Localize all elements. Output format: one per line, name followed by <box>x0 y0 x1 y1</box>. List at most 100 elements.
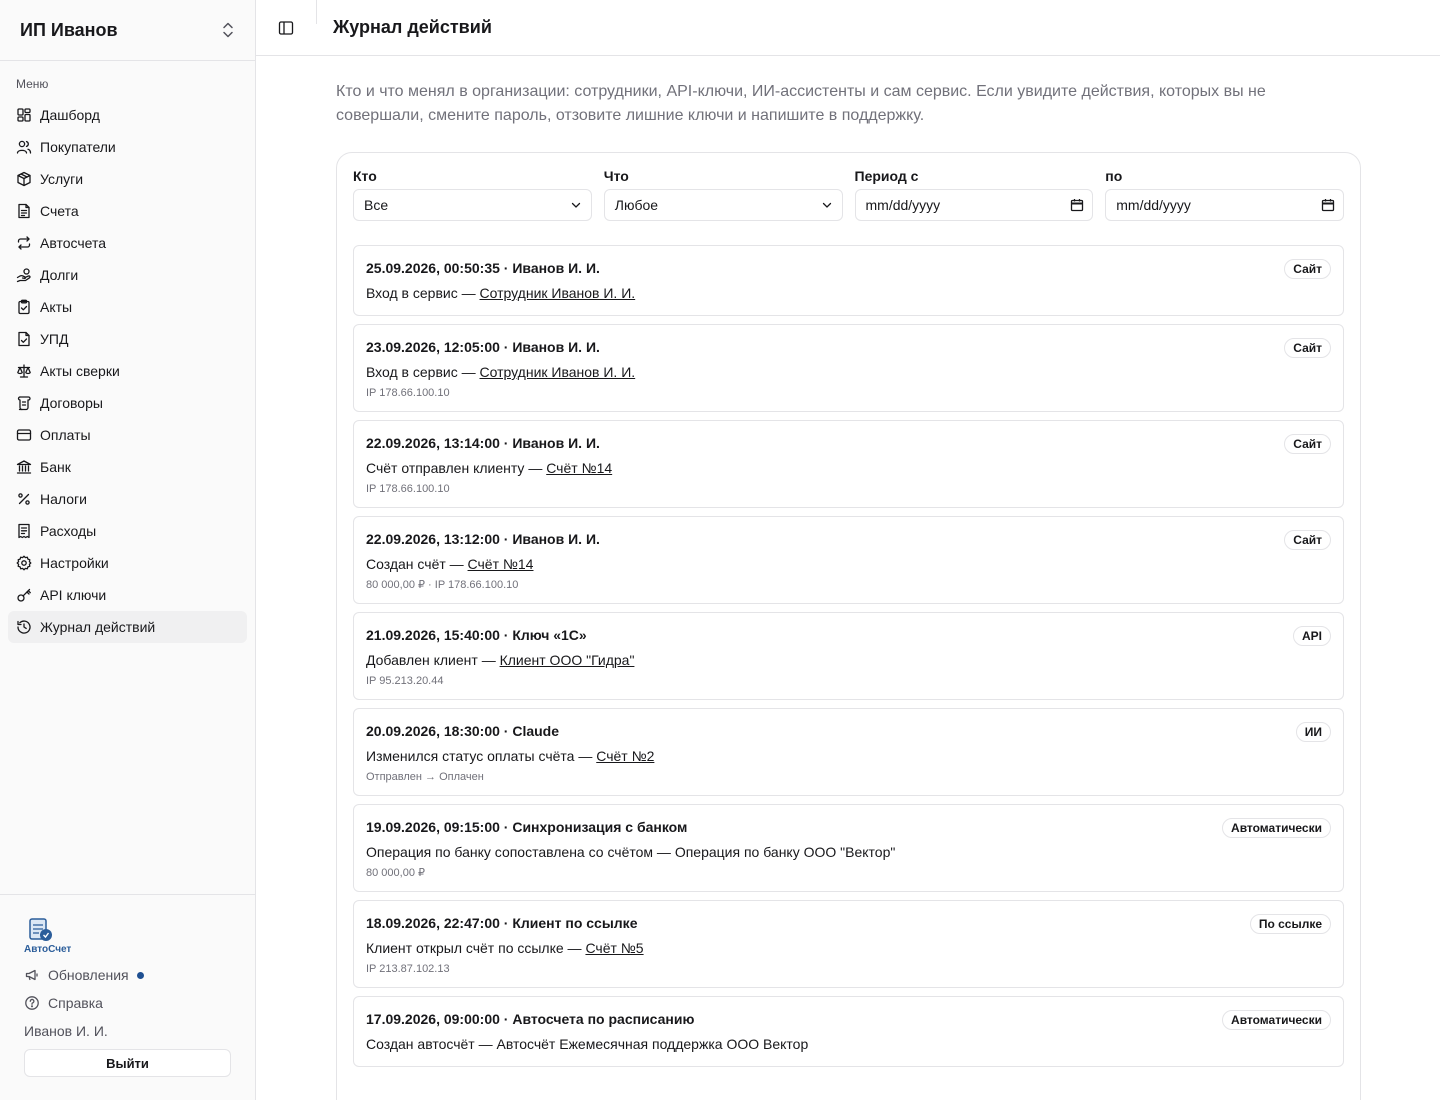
megaphone-icon <box>25 969 38 981</box>
sidebar-item-11[interactable]: Банк <box>8 451 247 483</box>
current-user-name: Иванов И. И. <box>24 1023 108 1039</box>
sidebar-item-8[interactable]: Акты сверки <box>8 355 247 387</box>
sidebar-item-7[interactable]: УПД <box>8 323 247 355</box>
calendar-icon[interactable] <box>1070 198 1084 212</box>
sidebar-item-label: Налоги <box>40 491 87 507</box>
sidebar-item-label: Договоры <box>40 395 103 411</box>
filters-row: Кто Все Что Любое Период с mm/dd/yyyy по… <box>353 165 1344 221</box>
event-header: 22.09.2026, 13:12:00 · Иванов И. И. <box>366 531 600 547</box>
updates-link[interactable]: Обновления <box>24 961 231 989</box>
who-select-value: Все <box>364 197 389 213</box>
who-select[interactable]: Все <box>353 189 592 221</box>
filter-to-label: по <box>1105 168 1123 184</box>
event-card: 18.09.2026, 22:47:00 · Клиент по ссылке К… <box>353 900 1344 988</box>
event-source-badge: Сайт <box>1284 259 1331 279</box>
help-circle-icon <box>25 996 39 1010</box>
landmark-icon <box>16 460 32 474</box>
period-from-date-input[interactable]: mm/dd/yyyy <box>854 189 1094 221</box>
receipt-icon <box>18 523 30 539</box>
sidebar-item-1[interactable]: Покупатели <box>8 131 247 163</box>
event-header: 20.09.2026, 18:30:00 · Claude <box>366 723 560 739</box>
event-list: 25.09.2026, 00:50:35 · Иванов И. И. Вход … <box>353 245 1344 1067</box>
event-meta: IP 213.87.102.13 <box>366 963 450 975</box>
sidebar-item-14[interactable]: Настройки <box>8 547 247 579</box>
logo-icon <box>29 918 52 941</box>
sidebar-item-6[interactable]: Акты <box>8 291 247 323</box>
event-source-badge: API <box>1292 626 1331 646</box>
event-object-link[interactable]: Сотрудник Иванов И. И. <box>480 364 636 380</box>
filter-who: Кто Все <box>353 165 592 221</box>
gear-icon <box>16 555 32 571</box>
event-card: 25.09.2026, 00:50:35 · Иванов И. И. Вход … <box>353 245 1344 316</box>
event-header: 23.09.2026, 12:05:00 · Иванов И. И. <box>366 339 600 355</box>
event-meta: IP 178.66.100.10 <box>366 387 450 399</box>
event-source-badge: Сайт <box>1284 434 1331 454</box>
period-to-date-input[interactable]: mm/dd/yyyy <box>1105 189 1344 221</box>
sidebar-item-label: УПД <box>40 331 69 347</box>
scale-icon <box>17 364 31 378</box>
event-description: Клиент открыл счёт по ссылке — Счёт №5 <box>366 938 1331 958</box>
logout-button[interactable]: Выйти <box>24 1049 231 1077</box>
sidebar-item-10[interactable]: Оплаты <box>8 419 247 451</box>
event-source-badge: Сайт <box>1284 530 1331 550</box>
calendar-icon[interactable] <box>1321 198 1335 212</box>
sidebar-item-9[interactable]: Договоры <box>8 387 247 419</box>
filter-period-from: Период с mm/dd/yyyy <box>854 165 1094 221</box>
filter-from-label: Период с <box>854 168 919 184</box>
sidebar-toggle-button[interactable] <box>256 0 316 56</box>
updates-label: Обновления <box>48 967 129 983</box>
sidebar-footer: АвтоСчет Обновления Справка Иванов И. И.… <box>0 894 255 1100</box>
event-source-badge: ИИ <box>1295 722 1331 742</box>
event-source-badge: Автоматически <box>1222 1010 1331 1030</box>
event-source-badge: Сайт <box>1284 338 1331 358</box>
chevrons-up-down-icon <box>223 22 233 38</box>
sidebar-menu: Дашборд Покупатели Услуги Счета Автосчета Дол… <box>0 99 255 643</box>
event-object-link[interactable]: Счёт №14 <box>546 460 612 476</box>
filter-what: Что Любое <box>603 165 843 221</box>
history-icon <box>17 620 31 634</box>
period-from-placeholder: mm/dd/yyyy <box>865 197 941 213</box>
sidebar-item-4[interactable]: Автосчета <box>8 227 247 259</box>
help-label: Справка <box>48 995 103 1011</box>
event-object-link[interactable]: Счёт №5 <box>585 940 643 956</box>
event-object-link[interactable]: Клиент ООО "Гидра" <box>500 652 635 668</box>
event-description: Добавлен клиент — Клиент ООО "Гидра" <box>366 650 1331 670</box>
scroll-icon <box>17 396 31 411</box>
event-action-text: Создан счёт — <box>366 556 468 572</box>
sidebar-item-15[interactable]: API ключи <box>8 579 247 611</box>
org-name: ИП Иванов <box>20 19 118 40</box>
event-object-link[interactable]: Счёт №14 <box>468 556 534 572</box>
sidebar-item-5[interactable]: Долги <box>8 259 247 291</box>
event-object-link[interactable]: Счёт №2 <box>596 748 654 764</box>
sidebar-item-16[interactable]: Журнал действий <box>8 611 247 643</box>
event-action-text: Клиент открыл счёт по ссылке — <box>366 940 586 956</box>
users-icon <box>16 140 32 154</box>
sidebar-item-2[interactable]: Услуги <box>8 163 247 195</box>
sidebar-item-label: Настройки <box>40 555 109 571</box>
event-card: 17.09.2026, 09:00:00 · Автосчета по расп… <box>353 996 1344 1067</box>
help-link[interactable]: Справка <box>24 989 231 1017</box>
sidebar-item-label: Услуги <box>40 171 84 187</box>
event-header: 25.09.2026, 00:50:35 · Иванов И. И. <box>366 260 600 276</box>
menu-caption: Меню <box>16 77 49 91</box>
page-description: Кто и что менял в организации: сотрудник… <box>336 83 1266 124</box>
sidebar-item-0[interactable]: Дашборд <box>8 99 247 131</box>
sidebar-item-label: Автосчета <box>40 235 107 251</box>
sidebar-item-label: Расходы <box>40 523 97 539</box>
sidebar-item-13[interactable]: Расходы <box>8 515 247 547</box>
sidebar-item-12[interactable]: Налоги <box>8 483 247 515</box>
clipboard-check-icon <box>18 299 30 315</box>
event-action-text: Изменился статус оплаты счёта — <box>366 748 597 764</box>
event-object-link[interactable]: Сотрудник Иванов И. И. <box>480 285 636 301</box>
app-logo[interactable]: АвтоСчет <box>24 917 84 955</box>
panel-left-icon <box>278 20 294 35</box>
event-header: 21.09.2026, 15:40:00 · Ключ «1С» <box>366 627 587 643</box>
what-select[interactable]: Любое <box>603 189 843 221</box>
chevron-down-icon <box>822 202 831 208</box>
dashboard-icon <box>17 108 31 122</box>
sidebar-item-3[interactable]: Счета <box>8 195 247 227</box>
event-description: Вход в сервис — Сотрудник Иванов И. И. <box>366 362 1331 382</box>
event-header: 18.09.2026, 22:47:00 · Клиент по ссылке <box>366 915 638 931</box>
org-switcher[interactable]: ИП Иванов <box>0 0 255 61</box>
event-description: Вход в сервис — Сотрудник Иванов И. И. <box>366 283 1331 303</box>
